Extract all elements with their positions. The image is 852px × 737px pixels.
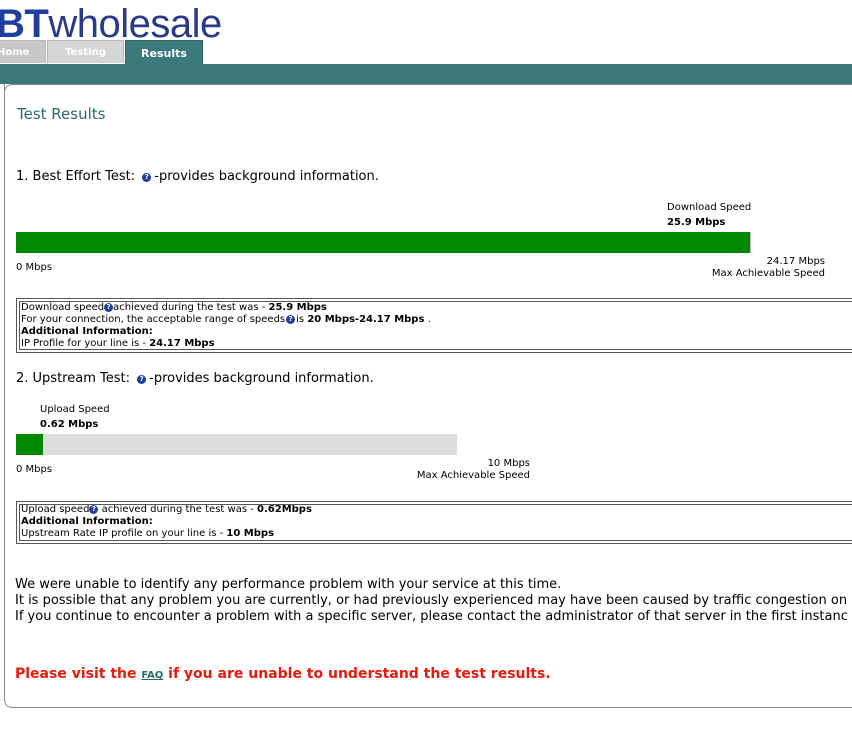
help-icon[interactable]: ?: [286, 315, 296, 324]
bt-wholesale-logo: BTwholesale: [0, 2, 222, 46]
upload-speed-bar: [16, 434, 457, 455]
upload-info-box: Upload speed? achieved during the test w…: [16, 501, 852, 544]
upload-axis-max-label: Max Achievable Speed: [416, 470, 530, 481]
result-message-2: It is possible that any problem you are …: [15, 593, 848, 608]
tab-testing[interactable]: Testing: [47, 40, 124, 63]
download-speed-bar: [16, 232, 751, 253]
download-axis-min: 0 Mbps: [16, 262, 53, 273]
download-info-box: Download speed? achieved during the test …: [16, 298, 852, 353]
header-bar: [0, 64, 852, 84]
upload-info-line3: Upstream Rate IP profile on your line is…: [21, 528, 275, 539]
bar-end-marker: [750, 232, 751, 253]
download-info-line1: Download speed? achieved during the test …: [21, 302, 327, 313]
tab-results[interactable]: Results: [125, 40, 203, 64]
upload-axis-max-value: 10 Mbps: [487, 458, 530, 469]
result-message-3: If you continue to encounter a problem w…: [15, 609, 848, 624]
upload-speed-value: 0.62 Mbps: [40, 419, 99, 430]
upload-speed-fill: [16, 434, 44, 455]
faq-link[interactable]: FAQ: [141, 670, 163, 681]
download-axis-max-value: 24.17 Mbps: [766, 256, 825, 267]
upload-axis-min: 0 Mbps: [16, 464, 53, 475]
upload-speed-label: Upload Speed: [40, 404, 110, 415]
help-icon[interactable]: ?: [137, 375, 147, 384]
help-icon[interactable]: ?: [142, 173, 152, 182]
download-speed-fill: [16, 232, 751, 253]
download-info-line3: Additional Information:: [21, 326, 153, 337]
tab-home[interactable]: Home: [0, 40, 46, 63]
download-speed-label: Download Speed: [667, 202, 752, 213]
faq-notice: Please visit the FAQ if you are unable t…: [15, 666, 551, 682]
download-axis-max-label: Max Achievable Speed: [711, 268, 825, 279]
page-title: Test Results: [17, 105, 106, 123]
download-speed-value: 25.9 Mbps: [667, 217, 726, 228]
upstream-heading: 2. Upstream Test: ? -provides background …: [16, 371, 374, 386]
download-info-line4: IP Profile for your line is - 24.17 Mbps: [21, 338, 215, 349]
upload-info-line1: Upload speed? achieved during the test w…: [21, 504, 312, 515]
download-info-line2: For your connection, the acceptable rang…: [21, 314, 431, 325]
help-icon[interactable]: ?: [104, 303, 114, 312]
best-effort-heading: 1. Best Effort Test: ? -provides backgrou…: [16, 169, 379, 184]
upload-info-line2: Additional Information:: [21, 516, 153, 527]
result-message-1: We were unable to identify any performan…: [15, 577, 562, 592]
